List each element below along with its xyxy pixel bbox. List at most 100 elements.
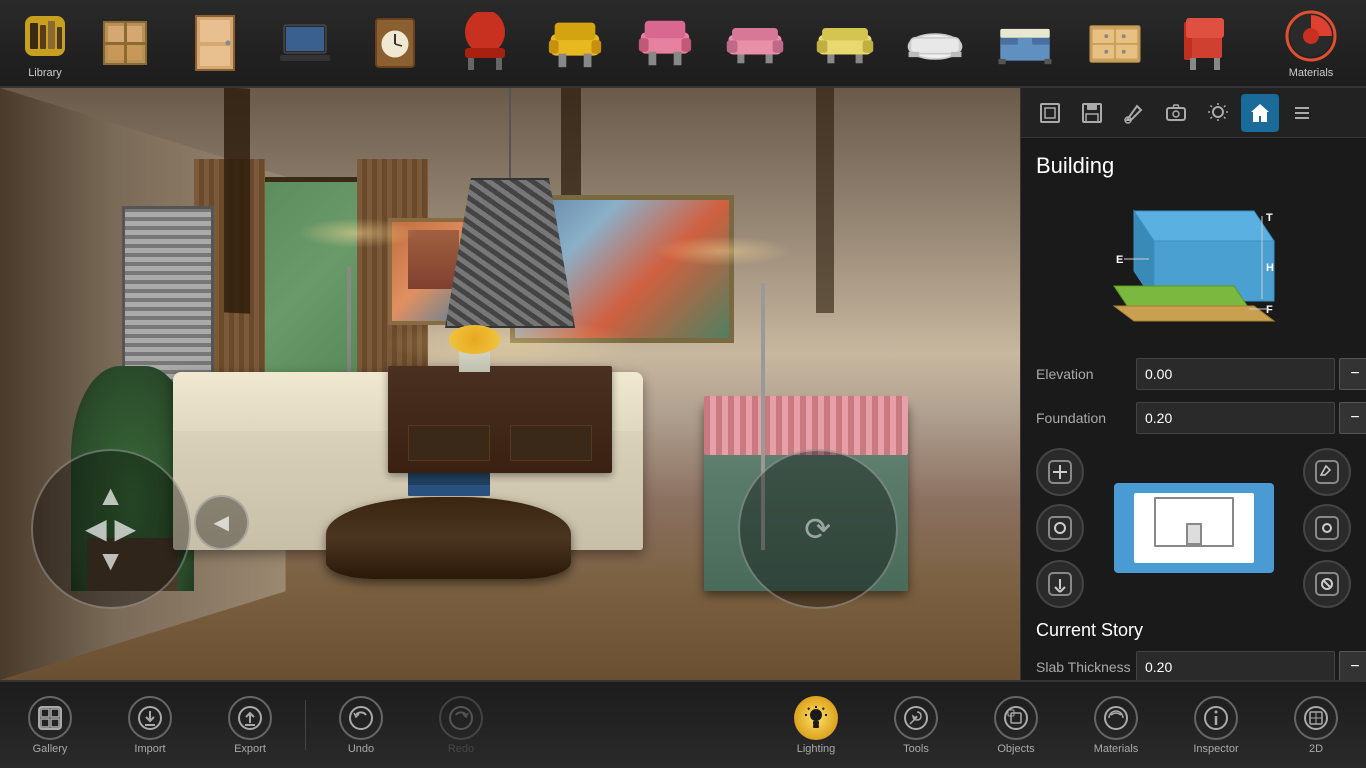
tool-paint[interactable] (1115, 94, 1153, 132)
top-item-bed[interactable] (980, 3, 1070, 83)
top-item-chair-red[interactable] (440, 3, 530, 83)
gallery-label: Gallery (33, 743, 68, 755)
top-item-armchair-yellow[interactable] (530, 3, 620, 83)
elevation-row: Elevation − + (1036, 356, 1351, 392)
foundation-label: Foundation (1036, 410, 1136, 426)
top-item-laptop[interactable] (260, 3, 350, 83)
bottom-item-materials[interactable]: Materials (1066, 685, 1166, 765)
inspector-icon (1194, 696, 1238, 740)
slab-thickness-input[interactable] (1136, 651, 1335, 683)
slab-minus-btn[interactable]: − (1339, 651, 1366, 683)
tool-home[interactable] (1241, 94, 1279, 132)
story-floor-card[interactable] (1114, 483, 1274, 573)
bottom-item-undo[interactable]: Undo (311, 685, 411, 765)
bottom-item-2d[interactable]: 2D (1266, 685, 1366, 765)
bottom-item-import[interactable]: Import (100, 685, 200, 765)
objects-icon (994, 696, 1038, 740)
slab-thickness-label: Slab Thickness (1036, 659, 1136, 675)
import-icon (128, 696, 172, 740)
dresser-furniture-icon (1085, 14, 1145, 72)
panel-toolbar (1021, 88, 1366, 138)
inspector-label: Inspector (1193, 743, 1238, 755)
tool-list[interactable] (1283, 94, 1321, 132)
undo-label: Undo (348, 743, 374, 755)
foundation-minus-btn[interactable]: − (1339, 402, 1366, 434)
tool-light[interactable] (1199, 94, 1237, 132)
viewport[interactable]: ▲ ◀ ▶ ▼ ◀ ⟳ (0, 88, 1020, 680)
chair-red-icon (455, 14, 515, 72)
elevation-input[interactable] (1136, 358, 1335, 390)
svg-text:E: E (1116, 254, 1123, 266)
library-icon (15, 7, 75, 65)
bottom-bar: Gallery Import Export Undo Redo Light (0, 680, 1366, 768)
top-item-sofa-yellow[interactable] (800, 3, 890, 83)
undo-icon (339, 696, 383, 740)
top-item-materials[interactable]: Materials (1266, 3, 1356, 83)
settings-story-btn[interactable] (1303, 504, 1351, 552)
top-item-dresser-furniture[interactable] (1070, 3, 1160, 83)
delete-story-btn[interactable] (1303, 560, 1351, 608)
objects-label: Objects (997, 743, 1034, 755)
tool-camera[interactable] (1157, 94, 1195, 132)
top-item-sofa-pink[interactable] (710, 3, 800, 83)
2d-label: 2D (1309, 743, 1323, 755)
box-3d-svg: T H E F (1094, 191, 1294, 341)
edit-story-btn[interactable] (1303, 448, 1351, 496)
bottom-item-redo[interactable]: Redo (411, 685, 511, 765)
top-item-library[interactable]: Library (10, 3, 80, 83)
redo-icon (439, 696, 483, 740)
svg-text:T: T (1266, 212, 1273, 224)
elevation-label: Elevation (1036, 366, 1136, 382)
add-below-btn[interactable] (1036, 560, 1084, 608)
svg-text:F: F (1266, 304, 1273, 316)
tool-room[interactable] (1031, 94, 1069, 132)
import-label: Import (134, 743, 165, 755)
nav-pan-button[interactable]: ◀ (194, 495, 249, 550)
view-btn[interactable] (1036, 504, 1084, 552)
nav-joystick-left[interactable]: ▲ ◀ ▶ ▼ (31, 449, 191, 609)
panel-building-section: Building T H E F (1021, 138, 1366, 685)
bottom-item-tools[interactable]: Tools (866, 685, 966, 765)
clock-icon (365, 14, 425, 72)
foundation-input[interactable] (1136, 402, 1335, 434)
tool-save[interactable] (1073, 94, 1111, 132)
bottom-item-lighting[interactable]: Lighting (766, 685, 866, 765)
top-item-bathtub[interactable] (890, 3, 980, 83)
bottom-item-inspector[interactable]: Inspector (1166, 685, 1266, 765)
bottom-item-objects[interactable]: Objects (966, 685, 1066, 765)
top-item-chair-red2[interactable] (1160, 3, 1250, 83)
foundation-row: Foundation − + (1036, 400, 1351, 436)
nav-directional-arrows: ▲ ◀ ▶ ▼ (85, 480, 136, 577)
current-story-title: Current Story (1036, 620, 1351, 641)
library-label: Library (28, 67, 62, 79)
top-item-chair-pink[interactable] (620, 3, 710, 83)
laptop-icon (275, 14, 335, 72)
svg-text:H: H (1266, 262, 1274, 274)
tools-label: Tools (903, 743, 929, 755)
nav-joystick-right[interactable]: ⟳ (738, 449, 898, 609)
top-item-door[interactable] (170, 3, 260, 83)
building-title: Building (1036, 153, 1351, 179)
export-icon (228, 696, 272, 740)
box-preview-area: T H E F (1036, 191, 1351, 341)
2d-icon (1294, 696, 1338, 740)
bed-icon (995, 14, 1055, 72)
armchair-yellow-icon (545, 14, 605, 72)
divider-1 (305, 700, 306, 750)
export-label: Export (234, 743, 266, 755)
materials-icon (1281, 7, 1341, 65)
elevation-minus-btn[interactable]: − (1339, 358, 1366, 390)
chair-pink-icon (635, 14, 695, 72)
story-card-inner (1134, 493, 1254, 563)
bottom-item-gallery[interactable]: Gallery (0, 685, 100, 765)
right-panel: Building T H E F (1020, 88, 1366, 768)
add-story-btn[interactable] (1036, 448, 1084, 496)
materials2-icon (1094, 696, 1138, 740)
sofa-yellow-icon (815, 14, 875, 72)
top-item-bookcase[interactable] (80, 3, 170, 83)
bathtub-icon (905, 14, 965, 72)
bottom-item-export[interactable]: Export (200, 685, 300, 765)
nav-rotate-icon: ⟳ (804, 510, 831, 548)
top-item-clock[interactable] (350, 3, 440, 83)
top-bar: Library (0, 0, 1366, 88)
